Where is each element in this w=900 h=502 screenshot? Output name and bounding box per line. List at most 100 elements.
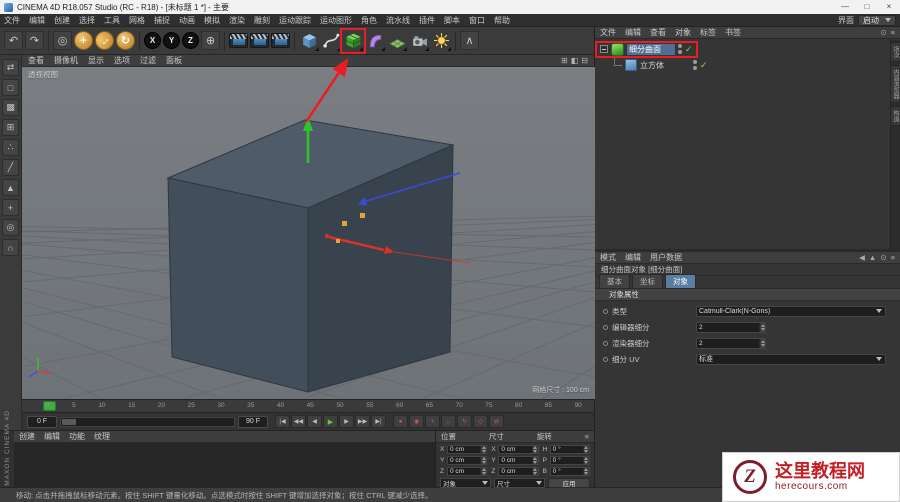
menu-item[interactable]: 渲染 [229,15,245,26]
animation-dot[interactable] [603,324,608,330]
om-menu-item[interactable]: 查看 [650,27,666,38]
size-y-field[interactable]: 0 cm [498,455,539,465]
om-menu-item[interactable]: 标签 [700,27,716,38]
viewport-menu-item[interactable]: 过滤 [140,55,156,66]
spline-pen-icon[interactable] [321,31,341,51]
lock-x-axis-icon[interactable]: X [144,32,161,49]
editor-visibility-dot[interactable] [678,44,682,48]
render-visibility-dot[interactable] [693,66,697,70]
render-settings-icon[interactable] [271,33,290,48]
points-mode-icon[interactable]: ∴ [2,139,19,156]
object-row-cube[interactable]: 立方体 ✓ [597,56,890,73]
menu-item[interactable]: 运动跟踪 [279,15,311,26]
tab-object[interactable]: 对象 [665,274,696,288]
render-view-icon[interactable] [229,33,248,48]
rotation-h-field[interactable]: 0 ° [549,444,590,454]
interface-dropdown[interactable]: 启动 [858,14,896,26]
key-rotation-button[interactable]: ↻ [457,415,472,428]
live-selection-icon[interactable]: ◎ [53,31,72,50]
cube-primitive-icon[interactable] [299,31,319,51]
single-view-icon[interactable]: ◧ [571,56,579,66]
next-key-button[interactable]: ▶▶ [355,415,370,428]
light-icon[interactable] [431,31,451,51]
menu-item[interactable]: 捕捉 [154,15,170,26]
menu-item[interactable]: 编辑 [29,15,45,26]
apply-button[interactable]: 应用 [548,478,590,488]
stepper[interactable] [480,445,487,453]
menu-icon[interactable]: ≡ [585,432,589,441]
position-z-field[interactable]: 0 cm [447,466,488,476]
om-menu-item[interactable]: 编辑 [625,27,641,38]
subdivision-surface-icon[interactable] [343,31,363,51]
goto-start-button[interactable]: |◀ [275,415,290,428]
lock-icon[interactable]: ⊙ [880,253,886,262]
coordinate-system-dropdown[interactable]: 对象 [440,478,491,488]
om-menu-item[interactable]: 对象 [675,27,691,38]
stepper[interactable] [582,467,589,475]
stepper[interactable] [531,445,538,453]
enabled-check-icon[interactable]: ✓ [700,60,708,71]
am-menu-item[interactable]: 模式 [600,252,616,263]
menu-item[interactable]: 工具 [104,15,120,26]
rotate-tool-icon[interactable]: ↻ [116,31,135,50]
power-slider-handle[interactable] [62,418,76,425]
viewport-menu-item[interactable]: 查看 [28,55,44,66]
viewport[interactable]: 透视视图 网格尺寸 : 100 cm [22,67,595,399]
move-tool-icon[interactable]: + [74,31,93,50]
playback-mode-button[interactable]: ⇄ [489,415,504,428]
object-tree[interactable]: 细分曲面 ✓ 立方体 ✓ [595,39,900,249]
polygons-mode-icon[interactable]: ▲ [2,179,19,196]
menu-item[interactable]: 文件 [4,15,20,26]
stepper[interactable] [531,456,538,464]
toolbar-expand-icon[interactable]: ∧ [460,31,479,50]
find-icon[interactable]: ⊙ [880,28,886,37]
material-menu-item[interactable]: 功能 [69,431,85,442]
am-menu-item[interactable]: 用户数据 [650,252,682,263]
coordinate-system-icon[interactable]: ⊕ [201,31,220,50]
timeline-ruler[interactable]: 0 5 10 15 20 25 30 35 40 45 50 55 60 65 70 75 80 85 90 [22,399,594,412]
quad-view-icon[interactable]: ⊟ [581,56,588,66]
viewport-solo-icon[interactable]: ◎ [2,219,19,236]
current-frame-field[interactable]: 0 F [27,415,57,428]
viewport-menu-item[interactable]: 摄像机 [54,55,78,66]
lock-z-axis-icon[interactable]: Z [182,32,199,49]
material-list-area[interactable] [14,443,435,487]
convert-object-icon[interactable]: ⇄ [2,59,19,76]
subdivide-uv-dropdown[interactable]: 标准 [696,353,886,365]
object-name-cube[interactable]: 立方体 [640,60,690,71]
om-menu-item[interactable]: 文件 [600,27,616,38]
redo-icon[interactable]: ↷ [25,31,44,50]
menu-item[interactable]: 角色 [361,15,377,26]
toggle-active-view-icon[interactable]: ⊞ [561,56,568,66]
bend-deformer-icon[interactable] [365,31,385,51]
power-slider[interactable] [60,416,235,427]
floor-icon[interactable] [387,31,407,51]
position-y-field[interactable]: 0 cm [447,455,488,465]
render-subdivision-field[interactable]: 2 [696,337,766,349]
type-dropdown[interactable]: Catmull-Clark(N-Gons) [696,305,886,317]
minimize-button[interactable]: — [834,0,856,14]
end-frame-field[interactable]: 90 F [238,415,268,428]
workplane-mode-icon[interactable]: ⊞ [2,119,19,136]
viewport-menu-item[interactable]: 显示 [88,55,104,66]
snap-icon[interactable]: ∩ [2,239,19,256]
stepper[interactable] [759,322,765,332]
render-picture-viewer-icon[interactable] [250,33,269,48]
tab-basic[interactable]: 基本 [599,274,630,288]
panel-menu-icon[interactable]: ≡ [891,253,895,262]
menu-item[interactable]: 选择 [79,15,95,26]
autokey-button[interactable]: ◉ [409,415,424,428]
next-frame-button[interactable]: ▶ [339,415,354,428]
play-button[interactable]: ▶ [323,415,338,428]
key-parameter-button[interactable]: ◇ [473,415,488,428]
model-mode-icon[interactable]: □ [2,79,19,96]
subdivision-object-icon[interactable] [611,42,624,56]
material-menu-item[interactable]: 纹理 [94,431,110,442]
material-menu-item[interactable]: 创建 [19,431,35,442]
size-x-field[interactable]: 0 cm [498,444,539,454]
size-z-field[interactable]: 0 cm [498,466,539,476]
position-x-field[interactable]: 0 cm [447,444,488,454]
history-back-icon[interactable]: ◀ [859,253,865,262]
scale-tool-icon[interactable]: ↔ [91,27,118,54]
menu-item[interactable]: 网格 [129,15,145,26]
